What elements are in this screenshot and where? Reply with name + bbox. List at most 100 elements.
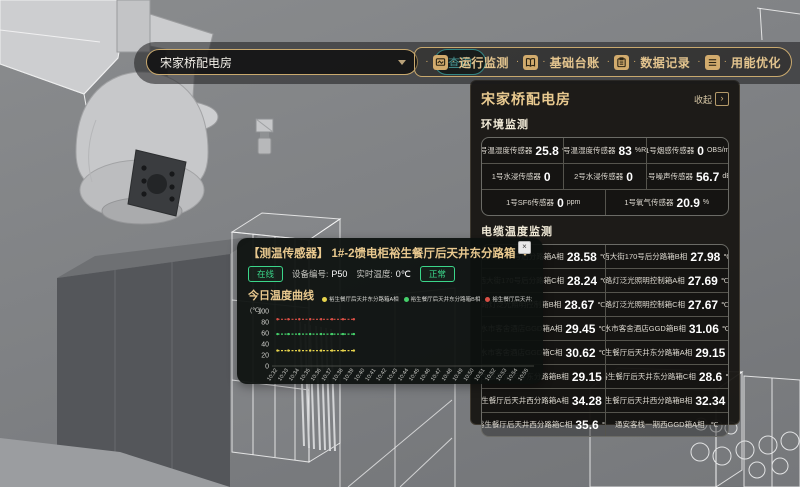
svg-text:10:38: 10:38 bbox=[332, 368, 345, 383]
sensor-unit: ppm bbox=[567, 199, 581, 206]
sensor-label: 1号温湿度传感器 bbox=[563, 145, 615, 156]
sensor-unit: dB bbox=[722, 173, 728, 180]
sensor-label: 裕生餐厅后天井西分路箱B相 bbox=[605, 395, 693, 406]
svg-text:10:54: 10:54 bbox=[506, 368, 519, 383]
sensor-value: 0 bbox=[697, 144, 704, 158]
svg-text:10:47: 10:47 bbox=[430, 368, 443, 383]
close-icon[interactable]: × bbox=[518, 241, 531, 254]
sensor-value: 28.67 bbox=[564, 298, 594, 312]
legend-item: 裕生餐厅后天井东分路箱B相 bbox=[404, 295, 481, 303]
svg-text:10:50: 10:50 bbox=[463, 368, 476, 383]
sensor-cell[interactable]: 1号噪声传感器56.7dB bbox=[646, 164, 728, 189]
sensor-popup: × 【测温传感器】1#-2馈电柜裕生餐厅后天井东分路箱 在线 设备编号:P50 … bbox=[237, 238, 543, 384]
sensor-unit: ℃ bbox=[723, 253, 728, 261]
status-badge-normal: 正常 bbox=[420, 266, 455, 282]
sensor-value: 29.15 bbox=[695, 346, 725, 360]
sensor-value: 83 bbox=[618, 144, 631, 158]
sensor-value: 0 bbox=[557, 196, 564, 210]
sensor-value: 56.7 bbox=[696, 170, 719, 184]
digital-twin-stage: 查询 · · 运行监测 · bbox=[0, 0, 800, 487]
legend-dot-icon bbox=[485, 297, 490, 302]
sensor-value: 20.9 bbox=[677, 196, 700, 210]
nav-item-energy-optimization[interactable]: · · 用能优化 bbox=[697, 54, 781, 71]
sensor-unit: ℃ bbox=[721, 301, 728, 309]
svg-text:10:41: 10:41 bbox=[365, 368, 378, 383]
sensor-label: 1号温湿度传感器 bbox=[482, 145, 532, 156]
collapse-button[interactable]: 收起 › bbox=[694, 92, 729, 106]
sensor-unit: ℃ bbox=[721, 277, 728, 285]
sensor-label: 通安客栈一期西GGD箱A相 bbox=[615, 419, 705, 430]
table-row: 裕生餐厅后天井西分路箱A相34.28℃裕生餐厅后天井西分路箱B相32.34℃ bbox=[482, 388, 728, 412]
legend-dot-icon bbox=[404, 297, 409, 302]
sensor-cell[interactable]: 1号温湿度传感器25.8℃ bbox=[482, 138, 563, 163]
sensor-unit: ℃ bbox=[722, 325, 728, 333]
sensor-unit: OBS/m bbox=[707, 147, 728, 154]
chart-header: 今日温度曲线 裕生餐厅后天井东分路箱A相裕生餐厅后天井东分路箱B相裕生餐厅后天井… bbox=[248, 287, 532, 303]
svg-text:10:51: 10:51 bbox=[474, 368, 487, 383]
svg-text:100: 100 bbox=[257, 309, 269, 316]
sensor-cell[interactable]: 路灯泛光照明控制箱C相27.67℃ bbox=[605, 293, 729, 316]
station-select[interactable] bbox=[146, 49, 418, 75]
svg-text:10:35: 10:35 bbox=[299, 368, 312, 383]
sensor-value: 28.24 bbox=[567, 274, 597, 288]
ledger-icon bbox=[523, 55, 538, 70]
sensor-cell[interactable]: 1号烟感传感器0OBS/m bbox=[646, 138, 728, 163]
optimize-icon bbox=[705, 55, 720, 70]
sensor-cell[interactable]: 裕生餐厅后天井西分路箱A相34.28℃ bbox=[482, 389, 605, 412]
sensor-value: 0 bbox=[544, 170, 551, 184]
sensor-cell[interactable]: 1号温湿度传感器83 %RH bbox=[563, 138, 645, 163]
chevron-down-icon[interactable] bbox=[398, 60, 406, 65]
sensor-unit: %RH bbox=[635, 147, 646, 154]
sensor-value: 34.28 bbox=[572, 394, 602, 408]
svg-text:80: 80 bbox=[261, 320, 269, 327]
sensor-value: 28.58 bbox=[567, 250, 597, 264]
svg-text:10:40: 10:40 bbox=[354, 368, 367, 383]
sensor-cell[interactable]: 1号SF6传感器0ppm bbox=[482, 190, 605, 215]
sensor-cell[interactable]: 裕生餐厅后天井西分路箱B相32.34℃ bbox=[605, 389, 729, 412]
sensor-cell[interactable]: 西大街170号后分路箱B相27.98℃ bbox=[605, 245, 729, 268]
svg-text:10:33: 10:33 bbox=[277, 368, 290, 383]
table-row: 1号温湿度传感器25.8℃1号温湿度传感器83%RH1号烟感传感器0OBS/m bbox=[482, 138, 728, 163]
sensor-cell[interactable]: 裕生餐厅后天井东分路箱C相28.6℃ bbox=[605, 365, 729, 388]
popup-title[interactable]: 【测温传感器】1#-2馈电柜裕生餐厅后天井东分路箱 bbox=[248, 245, 532, 261]
sensor-value: 28.6 bbox=[699, 370, 722, 384]
svg-text:10:37: 10:37 bbox=[321, 368, 334, 383]
svg-text:10:45: 10:45 bbox=[408, 368, 421, 383]
chart-title: 今日温度曲线 bbox=[248, 287, 314, 303]
svg-text:40: 40 bbox=[261, 342, 269, 349]
svg-text:0: 0 bbox=[265, 364, 269, 371]
svg-text:10:55: 10:55 bbox=[517, 368, 530, 383]
sensor-label: 路灯泛光照明控制箱C相 bbox=[605, 299, 685, 310]
svg-text:10:53: 10:53 bbox=[496, 368, 509, 383]
section-cable-title: 电缆温度监测 bbox=[481, 223, 729, 239]
sensor-value: 0 bbox=[626, 170, 633, 184]
sensor-device[interactable] bbox=[256, 119, 273, 154]
search-input[interactable] bbox=[158, 54, 398, 70]
legend-item: 裕生餐厅后天井东分路箱A相 bbox=[322, 295, 399, 303]
sensor-unit: ℃ bbox=[725, 373, 728, 381]
table-row: 裕生餐厅后天井西分路箱C相35.6℃通安客栈一期西GGD箱A相℃ bbox=[482, 412, 728, 436]
svg-text:10:44: 10:44 bbox=[397, 368, 410, 383]
sensor-cell[interactable]: 路灯泛光照明控制箱A相27.69℃ bbox=[605, 269, 729, 292]
sensor-label: 1号氧气传感器 bbox=[624, 197, 673, 208]
sensor-cell[interactable]: 水市客舍酒店GGD箱B相31.06℃ bbox=[605, 317, 729, 340]
nav-item-data-records[interactable]: · · 数据记录 bbox=[607, 54, 691, 71]
legend-dot-icon bbox=[322, 297, 327, 302]
sensor-label: 裕生餐厅后天井东分路箱A相 bbox=[605, 347, 693, 358]
sensor-cell[interactable]: 2号水浸传感器0 bbox=[563, 164, 645, 189]
nav-item-operation-monitoring[interactable]: · · 运行监测 bbox=[425, 54, 509, 71]
nav-item-base-ledger[interactable]: · · 基础台账 bbox=[516, 54, 600, 71]
section-env-title: 环境监测 bbox=[481, 116, 729, 132]
temperature-line-chart: (℃)02040608010010:3210:3310:3410:3510:36… bbox=[248, 304, 536, 388]
sensor-cell[interactable]: 裕生餐厅后天井西分路箱C相35.6℃ bbox=[482, 413, 605, 436]
records-icon bbox=[614, 55, 629, 70]
sensor-cell[interactable]: 通安客栈一期西GGD箱A相℃ bbox=[605, 413, 729, 436]
sensor-cell[interactable]: 1号氧气传感器 20.9% bbox=[605, 190, 729, 215]
monitor-icon bbox=[433, 55, 448, 70]
sensor-cell[interactable]: 裕生餐厅后天井东分路箱A相29.15℃ bbox=[605, 341, 729, 364]
sensor-cell[interactable]: 1号水浸传感器0 bbox=[482, 164, 563, 189]
sensor-unit: % bbox=[703, 199, 709, 206]
sensor-label: 1号水浸传感器 bbox=[492, 171, 541, 182]
table-row: 1号SF6传感器0ppm 1号氧气传感器 20.9% bbox=[482, 189, 728, 215]
sensor-label: 路灯泛光照明控制箱A相 bbox=[605, 275, 685, 286]
